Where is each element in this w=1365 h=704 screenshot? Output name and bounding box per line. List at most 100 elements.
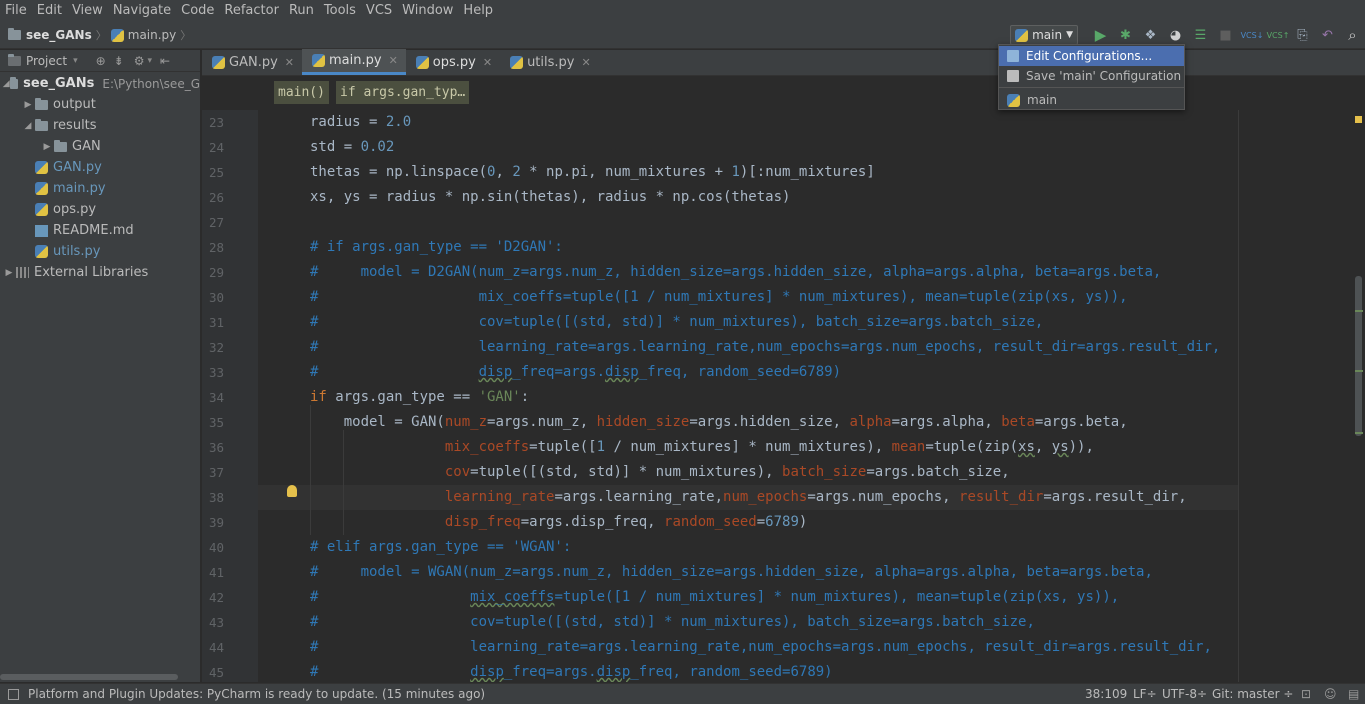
line-number: 39 [208, 515, 224, 530]
vcs-update-icon[interactable]: VCS↓ [1238, 25, 1266, 45]
folder-icon [35, 97, 48, 110]
menu-code[interactable]: Code [176, 0, 219, 22]
menu-refactor[interactable]: Refactor [219, 0, 284, 22]
event-log-icon[interactable]: ▤ [1348, 684, 1359, 704]
close-icon[interactable]: ✕ [389, 54, 398, 67]
editor-tabs: GAN.py ✕ main.py ✕ ops.py ✕ utils.py ✕ [202, 49, 1365, 76]
error-stripe-mark[interactable] [1355, 432, 1363, 434]
status-bar: Platform and Plugin Updates: PyCharm is … [0, 683, 1365, 704]
code-line-29: # model = D2GAN(num_z=args.num_z, hidden… [310, 264, 1162, 280]
run-icon[interactable]: ▶ [1088, 25, 1113, 45]
line-number: 28 [208, 240, 224, 255]
menu-help[interactable]: Help [458, 0, 498, 22]
collapsed-arrow-icon[interactable]: ▶ [21, 100, 35, 110]
hide-panel-icon[interactable]: ⇤ [160, 54, 170, 68]
menu-vcs[interactable]: VCS [361, 0, 397, 22]
menu-view[interactable]: View [67, 0, 108, 22]
collapse-all-icon[interactable]: ⇟ [114, 54, 124, 68]
line-number-gutter: 23 24 25 26 27 28 29 30 31 32 33 34 35 36 37 38 39 40 41 42… [202, 110, 276, 682]
stop-icon[interactable]: ■ [1213, 25, 1238, 45]
expanded-arrow-icon[interactable]: ◢ [21, 121, 35, 131]
error-stripe-mark[interactable] [1355, 310, 1363, 312]
code-line-44: # learning_rate=args.learning_rate,num_e… [310, 639, 1212, 655]
nav-project-crumb[interactable]: see_GANs [8, 28, 92, 42]
save-configuration-item[interactable]: Save 'main' Configuration [999, 66, 1184, 86]
code-line-26: xs, ys = radius * np.sin(thetas), radius… [310, 189, 791, 205]
close-icon[interactable]: ✕ [483, 56, 492, 69]
tree-item[interactable]: utils.py [0, 241, 200, 262]
scrollbar-thumb[interactable] [1355, 276, 1362, 436]
inspection-status-icon[interactable] [1355, 116, 1362, 123]
revert-icon[interactable]: ↶ [1315, 25, 1340, 45]
collapsed-arrow-icon[interactable]: ▶ [2, 268, 16, 278]
settings-gear-icon[interactable]: ⚙ [134, 54, 145, 68]
profile-icon[interactable]: ◕ [1163, 25, 1188, 45]
debug-icon[interactable]: ✱ [1113, 25, 1138, 45]
horizontal-scrollbar[interactable] [0, 674, 178, 680]
tree-item[interactable]: ▶ External Libraries [0, 262, 200, 283]
line-number: 27 [208, 215, 224, 230]
git-branch[interactable]: Git: master ÷ [1212, 684, 1293, 704]
python-file-icon [35, 203, 48, 216]
line-number: 29 [208, 265, 224, 280]
lock-icon[interactable]: ⊡ [1301, 684, 1311, 704]
code-breadcrumbs: main() if args.gan_typ… [202, 77, 1365, 109]
menu-navigate[interactable]: Navigate [108, 0, 176, 22]
coverage-icon[interactable]: ❖ [1138, 25, 1163, 45]
crumb-function[interactable]: main() [274, 81, 329, 104]
close-icon[interactable]: ✕ [581, 56, 590, 69]
folder-icon [54, 139, 67, 152]
concurrency-icon[interactable]: ☰ [1188, 25, 1213, 45]
status-message[interactable]: Platform and Plugin Updates: PyCharm is … [28, 687, 485, 701]
tree-item[interactable]: ▶ GAN [0, 136, 200, 157]
tree-item[interactable]: main.py [0, 178, 200, 199]
tree-item-label: README.md [53, 223, 134, 238]
search-icon[interactable]: ⌕ [1340, 25, 1365, 45]
menu-run[interactable]: Run [284, 0, 319, 22]
inspector-icon[interactable]: ☺ [1324, 684, 1337, 704]
menu-edit[interactable]: Edit [32, 0, 67, 22]
tool-windows-icon[interactable] [8, 688, 19, 700]
nav-file-crumb[interactable]: main.py [110, 28, 176, 42]
line-number: 40 [208, 540, 224, 555]
run-config-selector[interactable]: main ▼ [1010, 25, 1078, 45]
line-number: 38 [208, 490, 224, 505]
tab-main-py[interactable]: main.py ✕ [302, 49, 406, 75]
tree-item-label: GAN.py [53, 160, 102, 175]
dropdown-arrow-icon[interactable]: ▾ [73, 56, 78, 66]
tree-root[interactable]: ◢ see_GANs E:\Python\see_G [0, 73, 200, 94]
lightbulb-icon[interactable] [287, 485, 297, 497]
menu-tools[interactable]: Tools [319, 0, 361, 22]
tree-item[interactable]: GAN.py [0, 157, 200, 178]
line-number: 34 [208, 390, 224, 405]
history-icon[interactable]: ⎘ [1290, 25, 1315, 45]
code-line-45: # disp_freq=args.disp_freq, random_seed=… [310, 664, 833, 680]
caret-position[interactable]: 38:109 [1085, 684, 1127, 704]
code-editor[interactable]: radius = 2.0 std = 0.02 thetas = np.lins… [258, 110, 1239, 682]
tab-ops-py[interactable]: ops.py ✕ [406, 49, 500, 75]
tree-item[interactable]: README.md [0, 220, 200, 241]
crumb-if-block[interactable]: if args.gan_typ… [336, 81, 470, 104]
config-main-item[interactable]: main [999, 90, 1184, 110]
tree-item[interactable]: ◢ results [0, 115, 200, 136]
collapsed-arrow-icon[interactable]: ▶ [40, 142, 54, 152]
tab-utils-py[interactable]: utils.py ✕ [500, 49, 599, 75]
scroll-from-source-icon[interactable]: ⊕ [96, 54, 106, 68]
tree-item[interactable]: ▶ output [0, 94, 200, 115]
expanded-arrow-icon[interactable]: ◢ [2, 79, 10, 89]
folder-icon [35, 118, 48, 131]
menu-file[interactable]: File [0, 0, 32, 22]
project-title[interactable]: Project [26, 54, 67, 68]
vcs-commit-icon[interactable]: VCS↑ [1266, 25, 1290, 45]
line-separator[interactable]: LF÷ [1133, 684, 1157, 704]
dropdown-arrow-icon[interactable]: ▾ [147, 56, 152, 66]
file-encoding[interactable]: UTF-8÷ [1162, 684, 1207, 704]
edit-configurations-item[interactable]: Edit Configurations... [999, 46, 1184, 66]
tab-gan-py[interactable]: GAN.py ✕ [202, 49, 302, 75]
chevron-right-icon: 〉 [95, 29, 107, 42]
close-icon[interactable]: ✕ [285, 56, 294, 69]
code-line-25: thetas = np.linspace(0, 2 * np.pi, num_m… [310, 164, 875, 180]
tree-item[interactable]: ops.py [0, 199, 200, 220]
error-stripe-mark[interactable] [1355, 370, 1363, 372]
menu-window[interactable]: Window [397, 0, 458, 22]
